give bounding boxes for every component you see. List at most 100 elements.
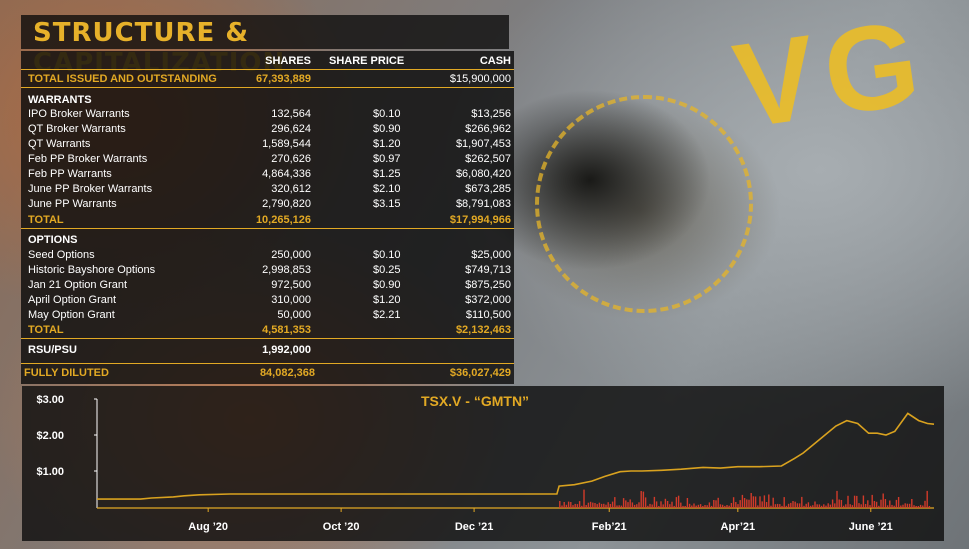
volume-bar	[693, 503, 695, 508]
volume-bar	[691, 505, 693, 508]
volume-bar	[684, 506, 686, 508]
warrants-row-label: Feb PP Warrants	[28, 168, 112, 180]
volume-bar	[787, 503, 790, 508]
volume-bar	[847, 495, 849, 508]
volume-bar	[574, 503, 576, 508]
rsu-label: RSU/PSU	[28, 344, 77, 356]
volume-bar	[629, 499, 631, 508]
warrants-row-shares: 4,864,336	[262, 168, 311, 180]
volume-bar	[561, 505, 563, 508]
warrants-row-cash: $673,285	[465, 183, 511, 195]
volume-bar	[664, 498, 667, 508]
volume-bar	[812, 505, 814, 508]
header-divider	[21, 69, 514, 70]
volume-bar	[589, 501, 592, 508]
volume-bar	[570, 502, 572, 508]
warrants-heading: WARRANTS	[28, 94, 92, 106]
x-tick-label: Feb’21	[592, 521, 627, 533]
volume-bar	[655, 501, 658, 508]
volume-bar	[669, 504, 671, 508]
volume-bar	[594, 503, 596, 508]
vg-marking: VG	[726, 0, 937, 154]
volume-bar	[605, 504, 607, 508]
warrants-row-label: QT Broker Warrants	[28, 123, 126, 135]
chart-title: TSX.V - “GMTN”	[421, 393, 529, 409]
volume-bar	[864, 504, 867, 508]
volume-bar	[906, 503, 909, 508]
volume-bar	[919, 504, 922, 508]
volume-bar	[858, 503, 860, 508]
warrants-row-cash: $6,080,420	[455, 168, 511, 180]
options-row-shares: 2,998,853	[262, 264, 311, 276]
options-row-label: Jan 21 Option Grant	[28, 279, 128, 291]
volume-bar	[726, 505, 728, 508]
warrants-row-shares: 296,624	[271, 123, 311, 135]
volume-bar	[695, 505, 697, 508]
price-line	[97, 412, 935, 500]
volume-bar	[563, 502, 565, 508]
stock-chart-panel: $3.00 $2.00 $1.00 Aug ’20 Oct ’20 Dec ’21 Feb’…	[22, 386, 944, 541]
volume-bar	[805, 503, 807, 508]
volume-bar	[761, 501, 763, 508]
options-row-price: $0.90	[373, 279, 401, 291]
volume-bar	[792, 501, 794, 508]
volume-bar	[869, 505, 871, 508]
warrants-row-price: $0.10	[373, 108, 401, 120]
volume-bar	[825, 505, 827, 508]
volume-bar	[741, 494, 744, 508]
rsu-shares: 1,992,000	[262, 344, 311, 356]
warrants-row-price: $2.10	[373, 183, 401, 195]
volume-bar	[856, 495, 858, 508]
volume-bar	[666, 501, 669, 508]
options-total-cash: $2,132,463	[455, 324, 511, 336]
volume-bar	[840, 500, 843, 508]
header-cash: CASH	[479, 55, 511, 67]
volume-bar	[585, 505, 587, 508]
x-tick-label: Apr’21	[721, 521, 756, 533]
y-tick-label: $3.00	[36, 394, 64, 406]
volume-bar	[926, 490, 928, 508]
volume-bar	[895, 499, 898, 508]
y-tick-label: $1.00	[36, 466, 64, 478]
volume-bar	[739, 500, 741, 508]
volume-bar	[651, 504, 653, 508]
volume-bar	[796, 503, 799, 508]
volume-bar	[911, 499, 913, 508]
volume-bar	[708, 502, 711, 508]
options-row-label: May Option Grant	[28, 309, 115, 321]
volume-bar	[902, 504, 904, 508]
volume-bar	[565, 504, 568, 508]
warrants-row-cash: $262,507	[465, 153, 511, 165]
title-banner: STRUCTURE & CAPITALIZATION	[21, 15, 509, 78]
volume-bar	[620, 505, 623, 508]
volume-bar	[642, 491, 645, 508]
volume-bar	[913, 505, 915, 508]
warrants-row-price: $1.20	[373, 138, 401, 150]
warrants-row-shares: 2,790,820	[262, 198, 311, 210]
volume-bar	[803, 505, 805, 508]
volume-bar	[721, 504, 724, 508]
volume-bar	[774, 504, 777, 508]
volume-bar	[603, 503, 605, 508]
volume-bar	[576, 504, 579, 508]
volume-bar	[596, 504, 598, 508]
volume-bar	[638, 502, 640, 508]
volume-bar	[618, 505, 620, 508]
volume-bar	[897, 497, 900, 508]
volume-bar	[653, 496, 656, 508]
volume-bar	[719, 504, 722, 508]
x-tick-label: Dec ’21	[455, 521, 494, 533]
volume-bar	[728, 505, 730, 508]
warrants-total-shares: 10,265,126	[255, 214, 311, 226]
volume-bar	[636, 504, 638, 508]
y-tick-label: $2.00	[36, 430, 64, 442]
volume-bar	[583, 489, 585, 508]
volume-bar	[814, 501, 816, 508]
volume-bar	[886, 505, 889, 508]
volume-bar	[853, 495, 856, 508]
volume-bar	[818, 504, 821, 508]
volume-bar	[647, 505, 649, 508]
volume-bar	[715, 500, 717, 508]
volume-bar	[873, 501, 876, 508]
volume-bar	[842, 505, 845, 508]
